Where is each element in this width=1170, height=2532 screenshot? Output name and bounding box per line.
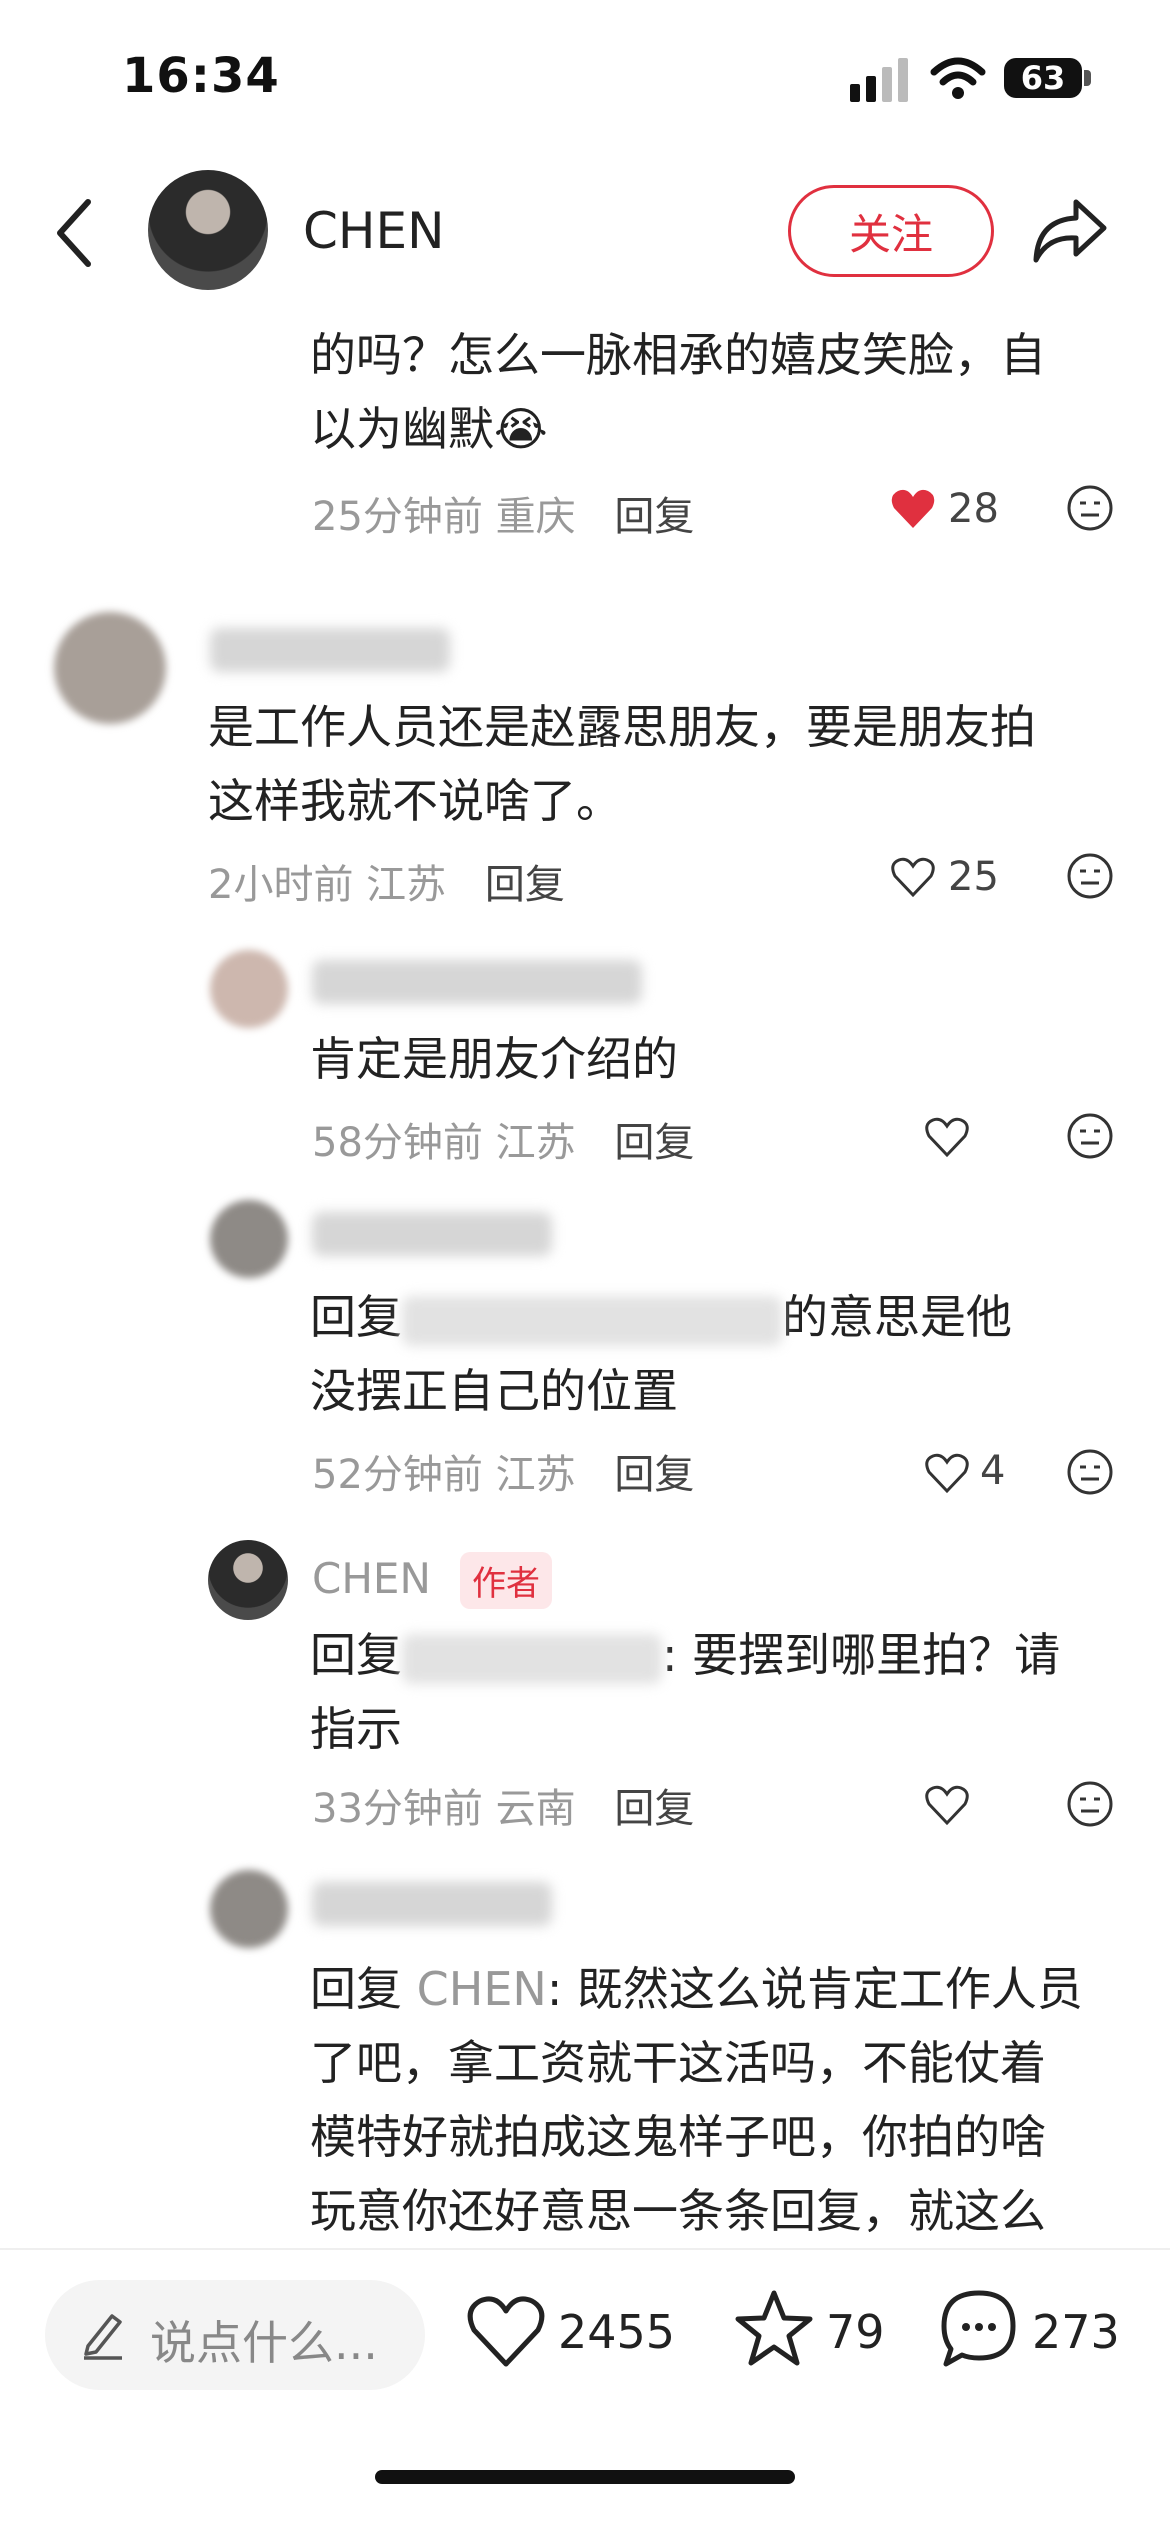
author-tag: 作者	[460, 1552, 552, 1609]
commenter-name-blurred	[312, 960, 642, 1004]
comment-text: 回复 的意思是他 没摆正自己的位置	[310, 1290, 1012, 1418]
comment-bubble-icon[interactable]	[940, 2288, 1018, 2368]
author-reply-name[interactable]: CHEN	[312, 1554, 431, 1603]
like-count: 25	[948, 854, 999, 900]
pencil-icon	[84, 2314, 122, 2360]
comment-text: 是工作人员还是赵露思朋友，要是朋友拍 这样我就不说啥了。	[208, 700, 1036, 828]
author-reply-avatar[interactable]	[208, 1540, 288, 1620]
commenter-avatar[interactable]	[210, 1870, 288, 1948]
crying-emoji-icon: 😭	[494, 402, 548, 456]
post-star-count: 79	[826, 2305, 885, 2359]
reply-button[interactable]: 回复	[614, 1452, 694, 1498]
emoji-face-icon[interactable]	[1066, 1448, 1114, 1496]
cellular-signal-icon	[850, 58, 908, 102]
commenter-name-blurred	[312, 1882, 552, 1926]
mentioned-user[interactable]: CHEN	[417, 1962, 547, 2016]
star-icon[interactable]	[734, 2288, 814, 2368]
reply-button[interactable]: 回复	[614, 1786, 694, 1832]
comment-text: 回复: 要摆到哪里拍？请 指示	[310, 1628, 1061, 1756]
comment-text: 的吗？怎么一脉相承的嬉皮笑脸，自 以为幽默😭	[310, 328, 1046, 456]
heart-icon[interactable]	[466, 2294, 546, 2368]
emoji-face-icon[interactable]	[1066, 1780, 1114, 1828]
comment-input-placeholder[interactable]: 说点什么...	[150, 2307, 378, 2373]
like-count: 28	[948, 486, 999, 532]
home-indicator	[375, 2470, 795, 2484]
reply-button[interactable]: 回复	[485, 862, 565, 908]
post-comment-count: 273	[1032, 2305, 1120, 2359]
battery-tip	[1084, 70, 1091, 86]
comment-meta: 52分钟前 江苏 回复	[312, 1452, 695, 1498]
comment-text: 肯定是朋友介绍的	[310, 1032, 678, 1086]
back-arrow-icon[interactable]	[52, 198, 96, 268]
wifi-icon	[930, 57, 986, 99]
comment-meta: 58分钟前 江苏 回复	[312, 1120, 695, 1166]
commenter-avatar[interactable]	[54, 612, 166, 724]
share-icon[interactable]	[1032, 198, 1108, 264]
heart-filled-icon[interactable]	[890, 488, 936, 530]
commenter-name-blurred	[210, 628, 450, 672]
comment-meta: 2小时前 江苏 回复	[208, 862, 565, 908]
follow-button[interactable]: 关注	[788, 185, 994, 277]
mentioned-user-blurred	[402, 1633, 662, 1684]
heart-outline-icon[interactable]	[924, 1784, 970, 1826]
commenter-name-blurred	[312, 1212, 552, 1256]
mentioned-user-blurred	[402, 1295, 782, 1346]
commenter-avatar[interactable]	[210, 1200, 288, 1278]
comment-meta: 25分钟前 重庆 回复	[312, 494, 695, 540]
reply-button[interactable]: 回复	[614, 494, 694, 540]
commenter-avatar[interactable]	[210, 950, 288, 1028]
battery-indicator: 63	[1004, 58, 1082, 98]
post-like-count: 2455	[558, 2305, 676, 2359]
author-name[interactable]: CHEN	[303, 202, 445, 260]
comment-text: 回复 CHEN: 既然这么说肯定工作人员 了吧，拿工资就干这活吗，不能仗着 模特…	[310, 1962, 1083, 2238]
heart-outline-icon[interactable]	[890, 856, 936, 898]
bottom-bar-divider	[0, 2248, 1170, 2250]
heart-outline-icon[interactable]	[924, 1452, 970, 1494]
emoji-face-icon[interactable]	[1066, 852, 1114, 900]
author-avatar[interactable]	[148, 170, 268, 290]
like-count: 4	[980, 1448, 1006, 1494]
reply-button[interactable]: 回复	[614, 1120, 694, 1166]
emoji-face-icon[interactable]	[1066, 484, 1114, 532]
heart-outline-icon[interactable]	[924, 1116, 970, 1158]
status-time: 16:34	[122, 48, 280, 104]
emoji-face-icon[interactable]	[1066, 1112, 1114, 1160]
comment-meta: 33分钟前 云南 回复	[312, 1786, 695, 1832]
